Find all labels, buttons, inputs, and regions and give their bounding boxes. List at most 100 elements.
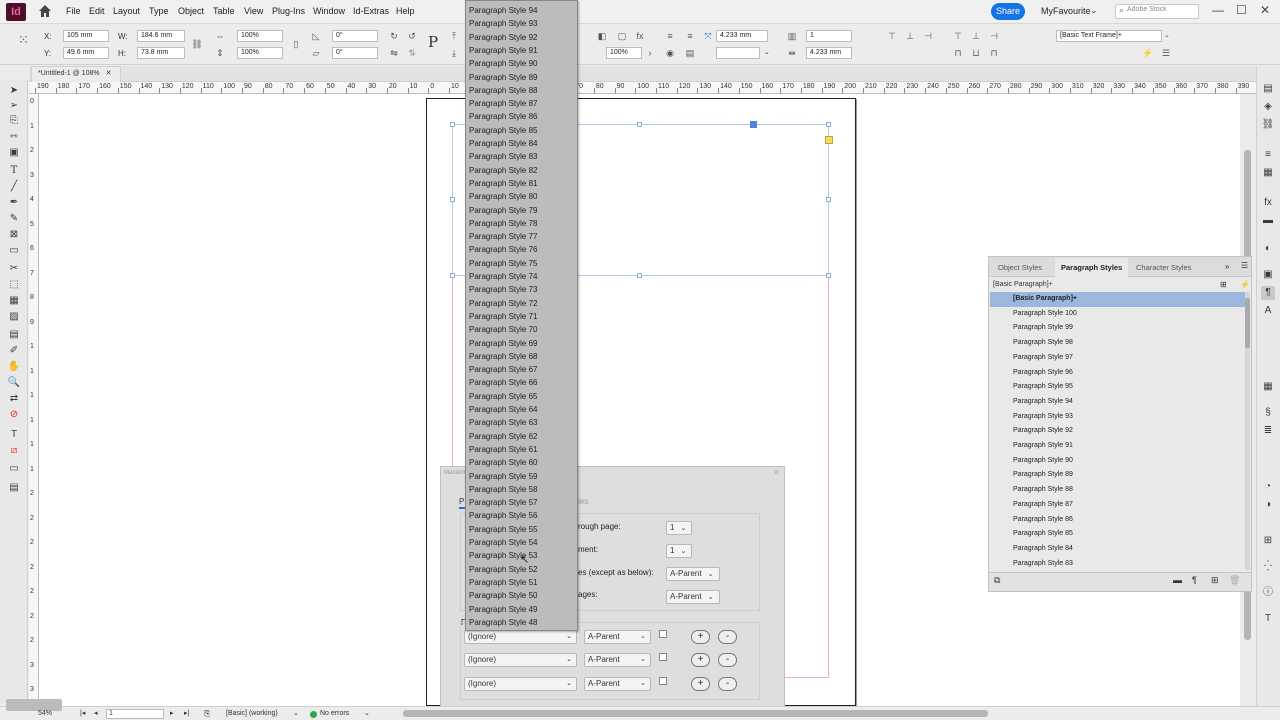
last-page-icon[interactable]: ▸| — [184, 709, 189, 717]
style-list-item[interactable]: [Basic Paragraph]+ — [990, 292, 1246, 307]
frame-handle[interactable] — [637, 273, 642, 278]
cc-libraries-icon[interactable]: ◐ — [1261, 242, 1275, 256]
align-center-frame-icon[interactable]: ≡ — [684, 30, 696, 42]
menu-layout[interactable]: Layout — [113, 6, 140, 16]
frame-style-select[interactable]: [Basic Text Frame]+ — [1056, 30, 1162, 42]
panel-menu-icon[interactable]: ☰ — [1241, 261, 1248, 270]
rotate-ccw-icon[interactable]: ↺ — [406, 30, 418, 42]
dropdown-option[interactable]: Paragraph Style 56 — [467, 509, 577, 522]
menu-id-extras[interactable]: Id-Extras — [353, 6, 389, 16]
row-checkbox[interactable] — [659, 653, 667, 661]
x-field[interactable]: 105 mm — [63, 30, 109, 42]
dropdown-option[interactable]: Paragraph Style 93 — [467, 17, 577, 30]
menu-object[interactable]: Object — [178, 6, 204, 16]
dropdown-option[interactable]: Paragraph Style 61 — [467, 443, 577, 456]
frame-handle[interactable] — [826, 122, 831, 127]
rotate-cw-icon[interactable]: ↻ — [388, 30, 400, 42]
dropdown-option[interactable]: Paragraph Style 50 — [467, 589, 577, 602]
style-list-item[interactable]: Paragraph Style 87 — [990, 498, 1246, 513]
dropdown-option[interactable]: Paragraph Style 94 — [467, 4, 577, 17]
dropdown-option[interactable]: Paragraph Style 67 — [467, 363, 577, 376]
pages-panel-icon[interactable]: ▤ — [1261, 82, 1275, 96]
style-list-item[interactable]: Paragraph Style 86 — [990, 513, 1246, 528]
style-list-item[interactable]: Paragraph Style 96 — [990, 366, 1246, 381]
fill-icon[interactable]: ◧ — [596, 30, 608, 42]
new-style-icon[interactable]: ⊞ — [1211, 575, 1219, 586]
gutter-field[interactable]: 4.233 mm — [806, 47, 852, 59]
line-tool-icon[interactable]: ╱ — [5, 180, 23, 194]
clear-overrides-icon[interactable]: ¶ — [1192, 575, 1197, 585]
ignore-select[interactable]: (Ignore) ⌄ — [464, 653, 577, 667]
home-icon[interactable] — [38, 4, 52, 18]
links-panel-icon[interactable]: ⛓ — [1261, 118, 1275, 132]
free-transform-tool-icon[interactable]: ⬚ — [5, 278, 23, 292]
zoom-tool-icon[interactable]: 🔍 — [5, 376, 23, 390]
close-icon[interactable]: ✕ — [1260, 3, 1270, 17]
stroke-weight-field[interactable]: 4.233 mm — [716, 30, 768, 42]
tab-object-styles[interactable]: Object Styles — [998, 263, 1042, 272]
text-wrap-icon[interactable]: ◉ — [664, 47, 676, 59]
add-row-button[interactable]: + — [691, 653, 710, 667]
distribute-bottom-icon[interactable]: ⊣ — [988, 30, 1000, 42]
reference-point-icon[interactable]: ⁙ — [18, 32, 29, 48]
page-number-field[interactable]: 1 — [106, 709, 164, 719]
frame-handle[interactable] — [826, 273, 831, 278]
preflight-profile[interactable]: [Basic] (working) — [226, 710, 278, 717]
dropdown-option[interactable]: Paragraph Style 88 — [467, 84, 577, 97]
menu-table[interactable]: Table — [213, 6, 235, 16]
select-container-icon[interactable]: ⤒ — [448, 30, 460, 42]
ignore-select[interactable]: (Ignore) ⌄ — [464, 677, 577, 691]
transform-panel-icon[interactable]: ⁛ — [1261, 560, 1275, 574]
row-checkbox[interactable] — [659, 677, 667, 685]
menu-edit[interactable]: Edit — [89, 6, 105, 16]
dropdown-option[interactable]: Paragraph Style 62 — [467, 430, 577, 443]
constrain-scale-icon[interactable]: ▯ — [290, 38, 302, 50]
add-row-button[interactable]: + — [691, 630, 710, 644]
y-field[interactable]: 49.6 mm — [63, 47, 109, 59]
new-group-folder-icon[interactable]: ▬ — [1173, 575, 1182, 585]
paragraph-styles-icon[interactable]: ¶ — [1261, 286, 1275, 300]
dropdown-option[interactable]: Paragraph Style 66 — [467, 376, 577, 389]
minimize-icon[interactable]: — — [1212, 3, 1224, 17]
dropdown-option[interactable]: Paragraph Style 87 — [467, 97, 577, 110]
gap-tool-icon[interactable]: ⇿ — [5, 130, 23, 144]
row-select-1[interactable]: 1 ⌄ — [666, 521, 692, 535]
maximize-icon[interactable]: ☐ — [1236, 3, 1247, 17]
menu-plugins[interactable]: Plug-Ins — [272, 6, 305, 16]
dropdown-option[interactable]: Paragraph Style 85 — [467, 124, 577, 137]
dropdown-option[interactable]: Paragraph Style 73 — [467, 283, 577, 296]
rectangle-frame-tool-icon[interactable]: ⊠ — [5, 228, 23, 242]
apply-none-icon[interactable]: ⧄ — [5, 444, 23, 458]
auto-fit-icon[interactable]: ⤧ — [702, 30, 714, 42]
vertical-ruler[interactable]: 0 1 2 3 4 5 6 7 8 9 1 1 1 1 1 1 2 2 2 2 2 2 2 3 3 — [29, 94, 39, 706]
layers-panel-icon[interactable]: ◈ — [1261, 100, 1275, 114]
gradient-swatch-tool-icon[interactable]: ▦ — [5, 294, 23, 308]
dropdown-option[interactable]: Paragraph Style 69 — [467, 337, 577, 350]
selection-tool-icon[interactable]: ➤ — [5, 84, 23, 98]
style-list-item[interactable]: Paragraph Style 100 — [990, 307, 1246, 322]
swatches-panel-icon[interactable]: ▦ — [1261, 166, 1275, 180]
dropdown-option[interactable]: Paragraph Style 91 — [467, 44, 577, 57]
swap-fill-stroke-icon[interactable]: ⇄ — [5, 392, 23, 406]
screen-mode-icon[interactable]: ▭ — [5, 462, 23, 476]
frame-in-port[interactable] — [750, 121, 757, 128]
dropdown-option[interactable]: Paragraph Style 63 — [467, 416, 577, 429]
previous-page-icon[interactable]: ◂ — [94, 709, 98, 717]
chevron-down-icon[interactable]: ⌄ — [364, 709, 370, 717]
dropdown-option[interactable]: Paragraph Style 76 — [467, 243, 577, 256]
style-list-item[interactable]: Paragraph Style 95 — [990, 380, 1246, 395]
flip-vertical-icon[interactable]: ⥮ — [406, 47, 418, 59]
scissors-tool-icon[interactable]: ✂ — [5, 262, 23, 276]
dropdown-option[interactable]: Paragraph Style 68 — [467, 350, 577, 363]
live-corner-handle[interactable] — [825, 136, 833, 144]
eyedropper-tool-icon[interactable]: ✐ — [5, 344, 23, 358]
dropdown-option[interactable]: Paragraph Style 70 — [467, 323, 577, 336]
style-list-item[interactable]: Paragraph Style 93 — [990, 410, 1246, 425]
align-right-edges-icon[interactable]: ⊣ — [922, 30, 934, 42]
panel-menu-icon[interactable]: ☰ — [1160, 47, 1172, 59]
dropdown-option[interactable]: Paragraph Style 51 — [467, 576, 577, 589]
dropdown-option[interactable]: Paragraph Style 80 — [467, 190, 577, 203]
align-panel-icon[interactable]: ⊞ — [1261, 534, 1275, 548]
info-panel-icon[interactable]: ⓘ — [1261, 586, 1275, 600]
menu-view[interactable]: View — [244, 6, 263, 16]
